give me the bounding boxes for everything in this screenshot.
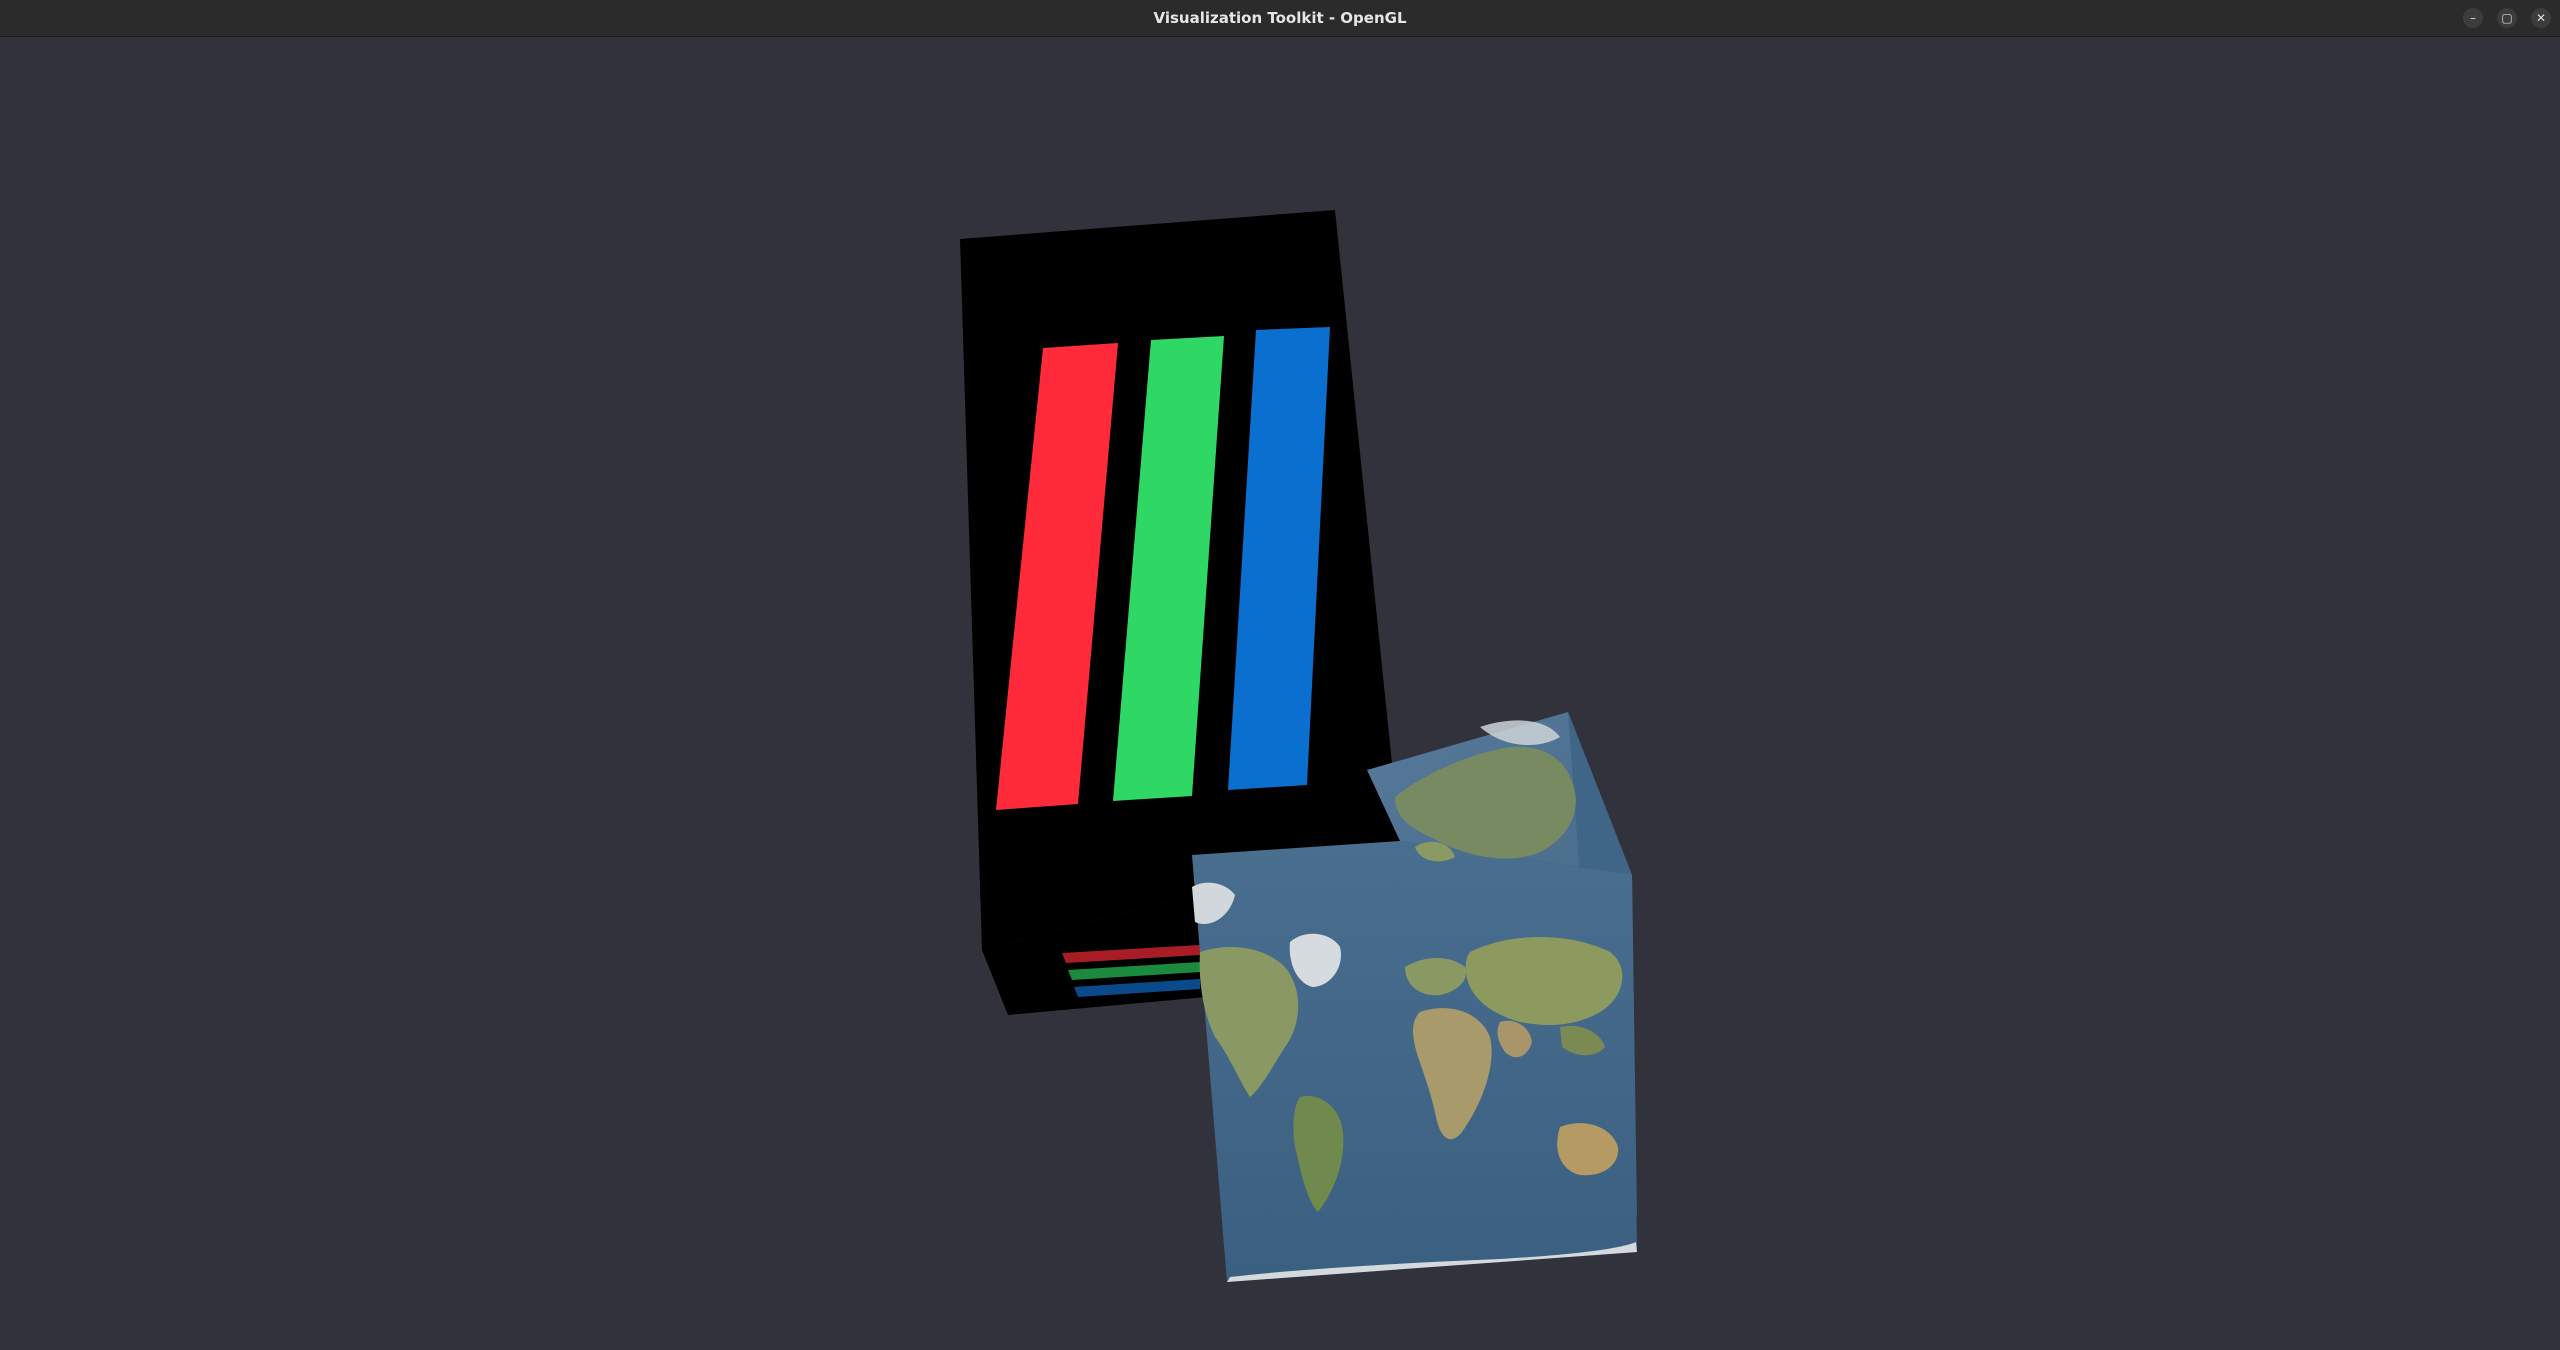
close-button[interactable]: ✕ [2531, 8, 2551, 28]
minimize-button[interactable]: – [2463, 8, 2483, 28]
render-viewport[interactable] [0, 37, 2560, 1350]
window-titlebar[interactable]: Visualization Toolkit - OpenGL – ▢ ✕ [0, 0, 2560, 37]
maximize-button[interactable]: ▢ [2497, 8, 2517, 28]
window-title: Visualization Toolkit - OpenGL [1153, 9, 1407, 27]
scene-canvas [960, 210, 1637, 1282]
